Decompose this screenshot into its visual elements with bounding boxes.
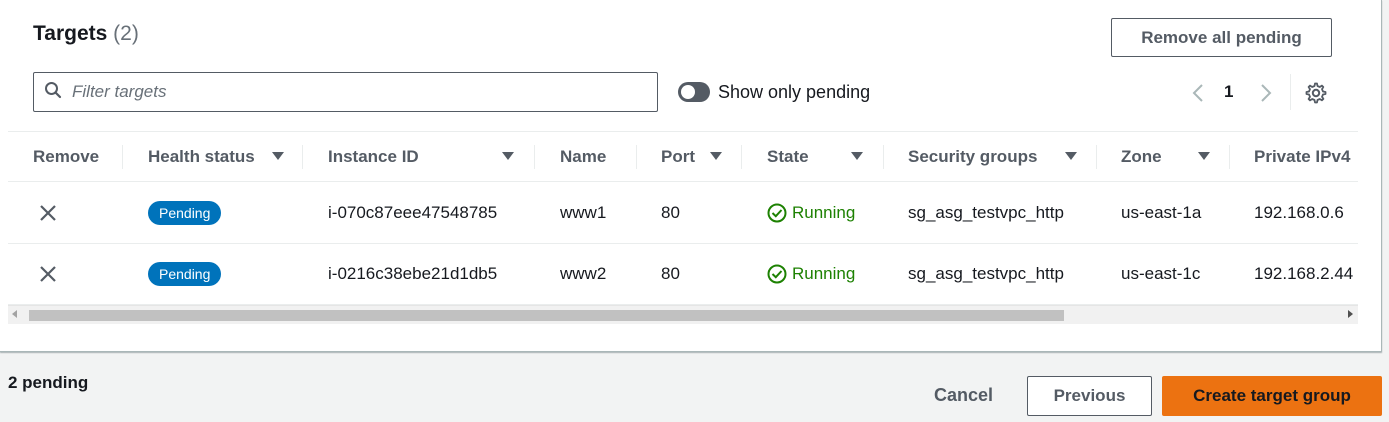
column-zone[interactable]: Zone — [1121, 132, 1162, 182]
close-icon — [40, 266, 56, 282]
preferences-button[interactable] — [1304, 81, 1328, 105]
gear-icon — [1305, 82, 1327, 104]
column-private-ipv4[interactable]: Private IPv4 — [1254, 132, 1350, 182]
targets-count: (2) — [113, 22, 139, 45]
chevron-right-icon — [1261, 84, 1272, 102]
close-icon — [40, 205, 56, 221]
instance-id-cell: i-0216c38ebe21d1db5 — [328, 264, 498, 283]
state-label: Running — [792, 264, 856, 283]
ipv4-cell: 192.168.0.6 — [1254, 203, 1344, 222]
status-badge: Pending — [148, 262, 222, 286]
previous-page-button[interactable] — [1188, 80, 1208, 106]
column-divider — [1096, 145, 1097, 169]
column-zone-label: Zone — [1121, 147, 1162, 166]
cancel-button[interactable]: Cancel — [934, 385, 993, 406]
targets-table: Remove Health status Instance ID Name Po… — [8, 131, 1358, 326]
port-cell: 80 — [661, 264, 680, 283]
scroll-left-arrow-icon[interactable] — [12, 310, 17, 318]
sort-caret-icon — [502, 152, 514, 160]
sort-caret-icon — [851, 152, 863, 160]
table-header: Remove Health status Instance ID Name Po… — [8, 132, 1358, 182]
previous-button[interactable]: Previous — [1027, 376, 1152, 416]
column-health-status-label: Health status — [148, 147, 255, 166]
zone-cell: us-east-1c — [1121, 264, 1201, 283]
table-row: Pending i-0216c38ebe21d1db5 www2 80 Runn… — [8, 244, 1358, 305]
column-remove: Remove — [33, 147, 100, 166]
sort-caret-icon — [272, 152, 284, 160]
column-state-label: State — [767, 147, 809, 166]
show-only-pending-label: Show only pending — [718, 82, 871, 102]
targets-panel: Targets (2) Remove all pending Show only… — [0, 0, 1382, 352]
column-health-status[interactable]: Health status — [148, 132, 255, 182]
status-badge: Pending — [148, 201, 222, 225]
next-page-button[interactable] — [1256, 80, 1276, 106]
state-label: Running — [792, 203, 856, 222]
state-cell: Running — [767, 244, 855, 304]
security-group-cell: sg_asg_testvpc_http — [908, 203, 1064, 222]
create-target-group-button[interactable]: Create target group — [1162, 376, 1382, 416]
column-divider — [1229, 145, 1230, 169]
toggle-knob — [681, 85, 695, 99]
column-security-groups-label: Security groups — [908, 147, 1038, 166]
filter-targets-input[interactable] — [72, 82, 632, 102]
name-cell: www1 — [560, 203, 607, 222]
scrollbar-thumb[interactable] — [29, 310, 1064, 321]
check-circle-icon — [767, 203, 787, 223]
horizontal-scrollbar[interactable] — [8, 305, 1358, 324]
security-group-cell: sg_asg_testvpc_http — [908, 264, 1064, 283]
column-name[interactable]: Name — [560, 132, 606, 182]
pending-count-label: 2 pending — [8, 373, 89, 392]
column-divider — [534, 145, 535, 169]
column-divider — [122, 145, 123, 169]
scroll-right-arrow-icon[interactable] — [1348, 310, 1353, 318]
column-state[interactable]: State — [767, 132, 809, 182]
column-port[interactable]: Port — [661, 132, 695, 182]
column-divider — [302, 145, 303, 169]
column-security-groups[interactable]: Security groups — [908, 132, 1037, 182]
column-instance-id-label: Instance ID — [328, 147, 419, 166]
instance-id-cell: i-070c87eee47548785 — [328, 203, 498, 222]
column-divider — [741, 145, 742, 169]
table-row: Pending i-070c87eee47548785 www1 80 Runn… — [8, 183, 1358, 244]
column-divider — [636, 145, 637, 169]
sort-caret-icon — [1198, 152, 1210, 160]
column-divider — [883, 145, 884, 169]
pager-divider — [1290, 74, 1291, 110]
column-port-label: Port — [661, 147, 695, 166]
state-cell: Running — [767, 183, 855, 243]
chevron-left-icon — [1192, 84, 1203, 102]
port-cell: 80 — [661, 203, 680, 222]
remove-target-button[interactable] — [38, 244, 58, 304]
search-icon — [44, 81, 62, 104]
ipv4-cell: 192.168.2.44 — [1254, 264, 1354, 283]
show-only-pending-toggle[interactable] — [678, 82, 710, 102]
filter-targets-field[interactable] — [33, 72, 658, 112]
targets-title: Targets — [33, 22, 108, 45]
sort-caret-icon — [710, 152, 722, 160]
sort-caret-icon — [1065, 152, 1077, 160]
column-instance-id[interactable]: Instance ID — [328, 132, 419, 182]
check-circle-icon — [767, 264, 787, 284]
name-cell: www2 — [560, 264, 607, 283]
remove-target-button[interactable] — [38, 183, 58, 243]
zone-cell: us-east-1a — [1121, 203, 1202, 222]
current-page-number[interactable]: 1 — [1224, 82, 1233, 102]
remove-all-pending-button[interactable]: Remove all pending — [1111, 18, 1332, 57]
targets-heading: Targets (2) — [33, 22, 139, 46]
